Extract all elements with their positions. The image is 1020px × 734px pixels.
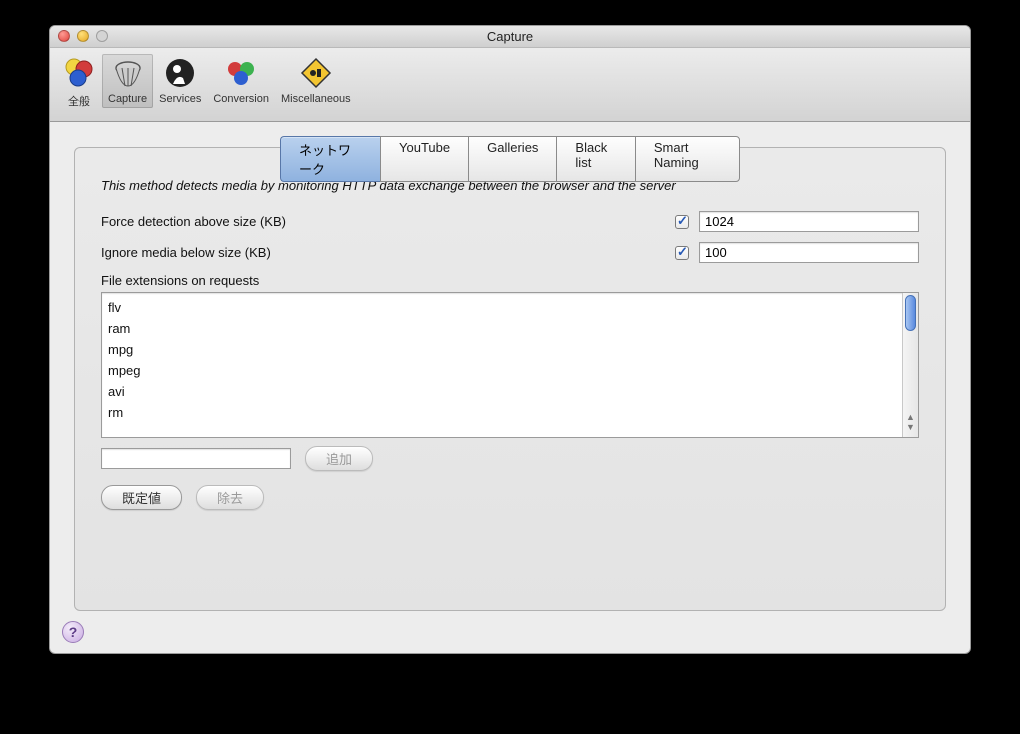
- ignore-media-checkbox[interactable]: [675, 246, 689, 260]
- toolbar-item-conversion[interactable]: Conversion: [207, 54, 275, 108]
- tab-smartnaming[interactable]: Smart Naming: [635, 136, 740, 182]
- services-icon: [163, 56, 197, 90]
- minimize-icon[interactable]: [77, 30, 89, 42]
- add-extension-input[interactable]: [101, 448, 291, 469]
- toolbar-item-general[interactable]: 全般: [56, 54, 102, 112]
- button-row: 既定値 除去: [101, 485, 919, 510]
- toolbar-item-label: Services: [159, 93, 201, 105]
- preferences-window: Capture 全般 Cap: [49, 25, 971, 654]
- toolbar: 全般 Capture Servi: [50, 48, 970, 122]
- tab-label: Smart Naming: [654, 140, 699, 170]
- toolbar-item-capture[interactable]: Capture: [102, 54, 153, 108]
- list-item[interactable]: ram: [108, 318, 912, 339]
- force-detection-label: Force detection above size (KB): [101, 214, 675, 229]
- titlebar[interactable]: Capture: [50, 26, 970, 48]
- toolbar-item-services[interactable]: Services: [153, 54, 207, 108]
- sign-icon: [299, 56, 333, 90]
- scrollbar-thumb[interactable]: [905, 295, 916, 331]
- list-item[interactable]: mpg: [108, 339, 912, 360]
- remove-button[interactable]: 除去: [196, 485, 264, 510]
- net-icon: [111, 56, 145, 90]
- help-button[interactable]: ?: [62, 621, 84, 643]
- list-inner: flv ram mpg mpeg avi rm: [102, 293, 918, 427]
- tab-label: Galleries: [487, 140, 538, 155]
- add-extension-row: 追加: [101, 446, 919, 471]
- balls-icon: [62, 56, 96, 90]
- scrollbar-arrows[interactable]: ▲ ▼: [903, 407, 918, 437]
- conversion-icon: [224, 56, 258, 90]
- list-item[interactable]: avi: [108, 381, 912, 402]
- list-item[interactable]: mpeg: [108, 360, 912, 381]
- defaults-button[interactable]: 既定値: [101, 485, 182, 510]
- toolbar-item-label: Conversion: [213, 93, 269, 105]
- window-title: Capture: [487, 29, 533, 44]
- extensions-label: File extensions on requests: [101, 273, 919, 288]
- ignore-media-row: Ignore media below size (KB): [101, 242, 919, 263]
- tab-galleries[interactable]: Galleries: [468, 136, 556, 182]
- extensions-listbox[interactable]: flv ram mpg mpeg avi rm ▲ ▼: [101, 292, 919, 438]
- traffic-lights: [58, 30, 108, 42]
- toolbar-item-label: Capture: [108, 93, 147, 105]
- tab-label: ネットワーク: [299, 143, 351, 177]
- zoom-icon[interactable]: [96, 30, 108, 42]
- force-detection-row: Force detection above size (KB): [101, 211, 919, 232]
- add-button[interactable]: 追加: [305, 446, 373, 471]
- toolbar-item-label: Miscellaneous: [281, 93, 351, 105]
- arrow-down-icon[interactable]: ▼: [906, 422, 915, 432]
- settings-panel: This method detects media by monitoring …: [74, 147, 946, 611]
- tab-bar: ネットワーク YouTube Galleries Black list Smar…: [280, 136, 740, 182]
- scrollbar[interactable]: ▲ ▼: [902, 293, 918, 437]
- ignore-media-label: Ignore media below size (KB): [101, 245, 675, 260]
- ignore-media-input[interactable]: [699, 242, 919, 263]
- list-item[interactable]: rm: [108, 402, 912, 423]
- toolbar-item-misc[interactable]: Miscellaneous: [275, 54, 357, 108]
- tab-youtube[interactable]: YouTube: [380, 136, 468, 182]
- tab-label: YouTube: [399, 140, 450, 155]
- list-item[interactable]: flv: [108, 297, 912, 318]
- tab-network[interactable]: ネットワーク: [280, 136, 380, 182]
- toolbar-item-label: 全般: [68, 93, 90, 109]
- help-icon: ?: [69, 624, 78, 640]
- tab-blacklist[interactable]: Black list: [556, 136, 634, 182]
- arrow-up-icon[interactable]: ▲: [906, 412, 915, 422]
- content-area: ネットワーク YouTube Galleries Black list Smar…: [50, 122, 970, 653]
- force-detection-checkbox[interactable]: [675, 215, 689, 229]
- close-icon[interactable]: [58, 30, 70, 42]
- tab-label: Black list: [575, 140, 607, 170]
- force-detection-input[interactable]: [699, 211, 919, 232]
